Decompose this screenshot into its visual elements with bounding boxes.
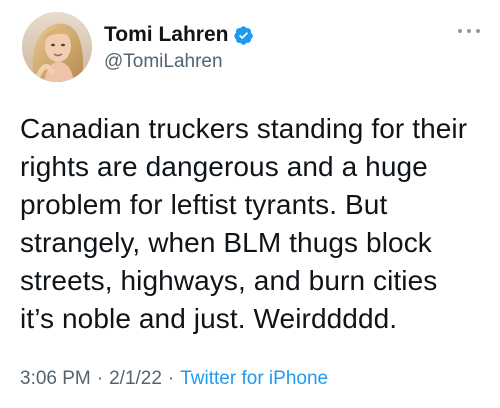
more-options-icon[interactable] xyxy=(458,26,480,36)
tweet-text-line: Canadian truckers standing for their xyxy=(20,113,468,144)
meta-separator: · xyxy=(167,368,175,389)
tweet-text-line: rights are dangerous and a huge xyxy=(20,151,428,182)
tweet-text-line: strangely, when BLM thugs block xyxy=(20,227,432,258)
tweet-text-line: streets, highways, and burn cities xyxy=(20,265,438,296)
tweet-time[interactable]: 3:06 PM xyxy=(20,368,91,390)
user-handle[interactable]: @TomiLahren xyxy=(104,51,223,73)
more-dot xyxy=(467,29,471,33)
tweet-date[interactable]: 2/1/22 xyxy=(109,368,162,390)
display-name[interactable]: Tomi Lahren xyxy=(104,23,228,47)
tweet-source-link[interactable]: Twitter for iPhone xyxy=(180,368,328,390)
name-row: Tomi Lahren xyxy=(104,22,254,48)
profile-photo-icon xyxy=(22,12,92,82)
tweet-text-line: problem for leftist tyrants. But xyxy=(20,189,388,220)
more-dot xyxy=(458,29,462,33)
tweet: Tomi Lahren @TomiLahren Canadian trucker… xyxy=(0,0,500,408)
tweet-metadata: 3:06 PM · 2/1/22 · Twitter for iPhone xyxy=(20,368,328,390)
avatar[interactable] xyxy=(22,12,92,82)
meta-separator: · xyxy=(96,368,104,389)
verified-badge-icon xyxy=(234,25,254,45)
tweet-text: Canadian truckers standing for their rig… xyxy=(20,110,490,338)
tweet-text-line: it’s noble and just. Weirddddd. xyxy=(20,303,398,334)
more-dot xyxy=(476,29,480,33)
